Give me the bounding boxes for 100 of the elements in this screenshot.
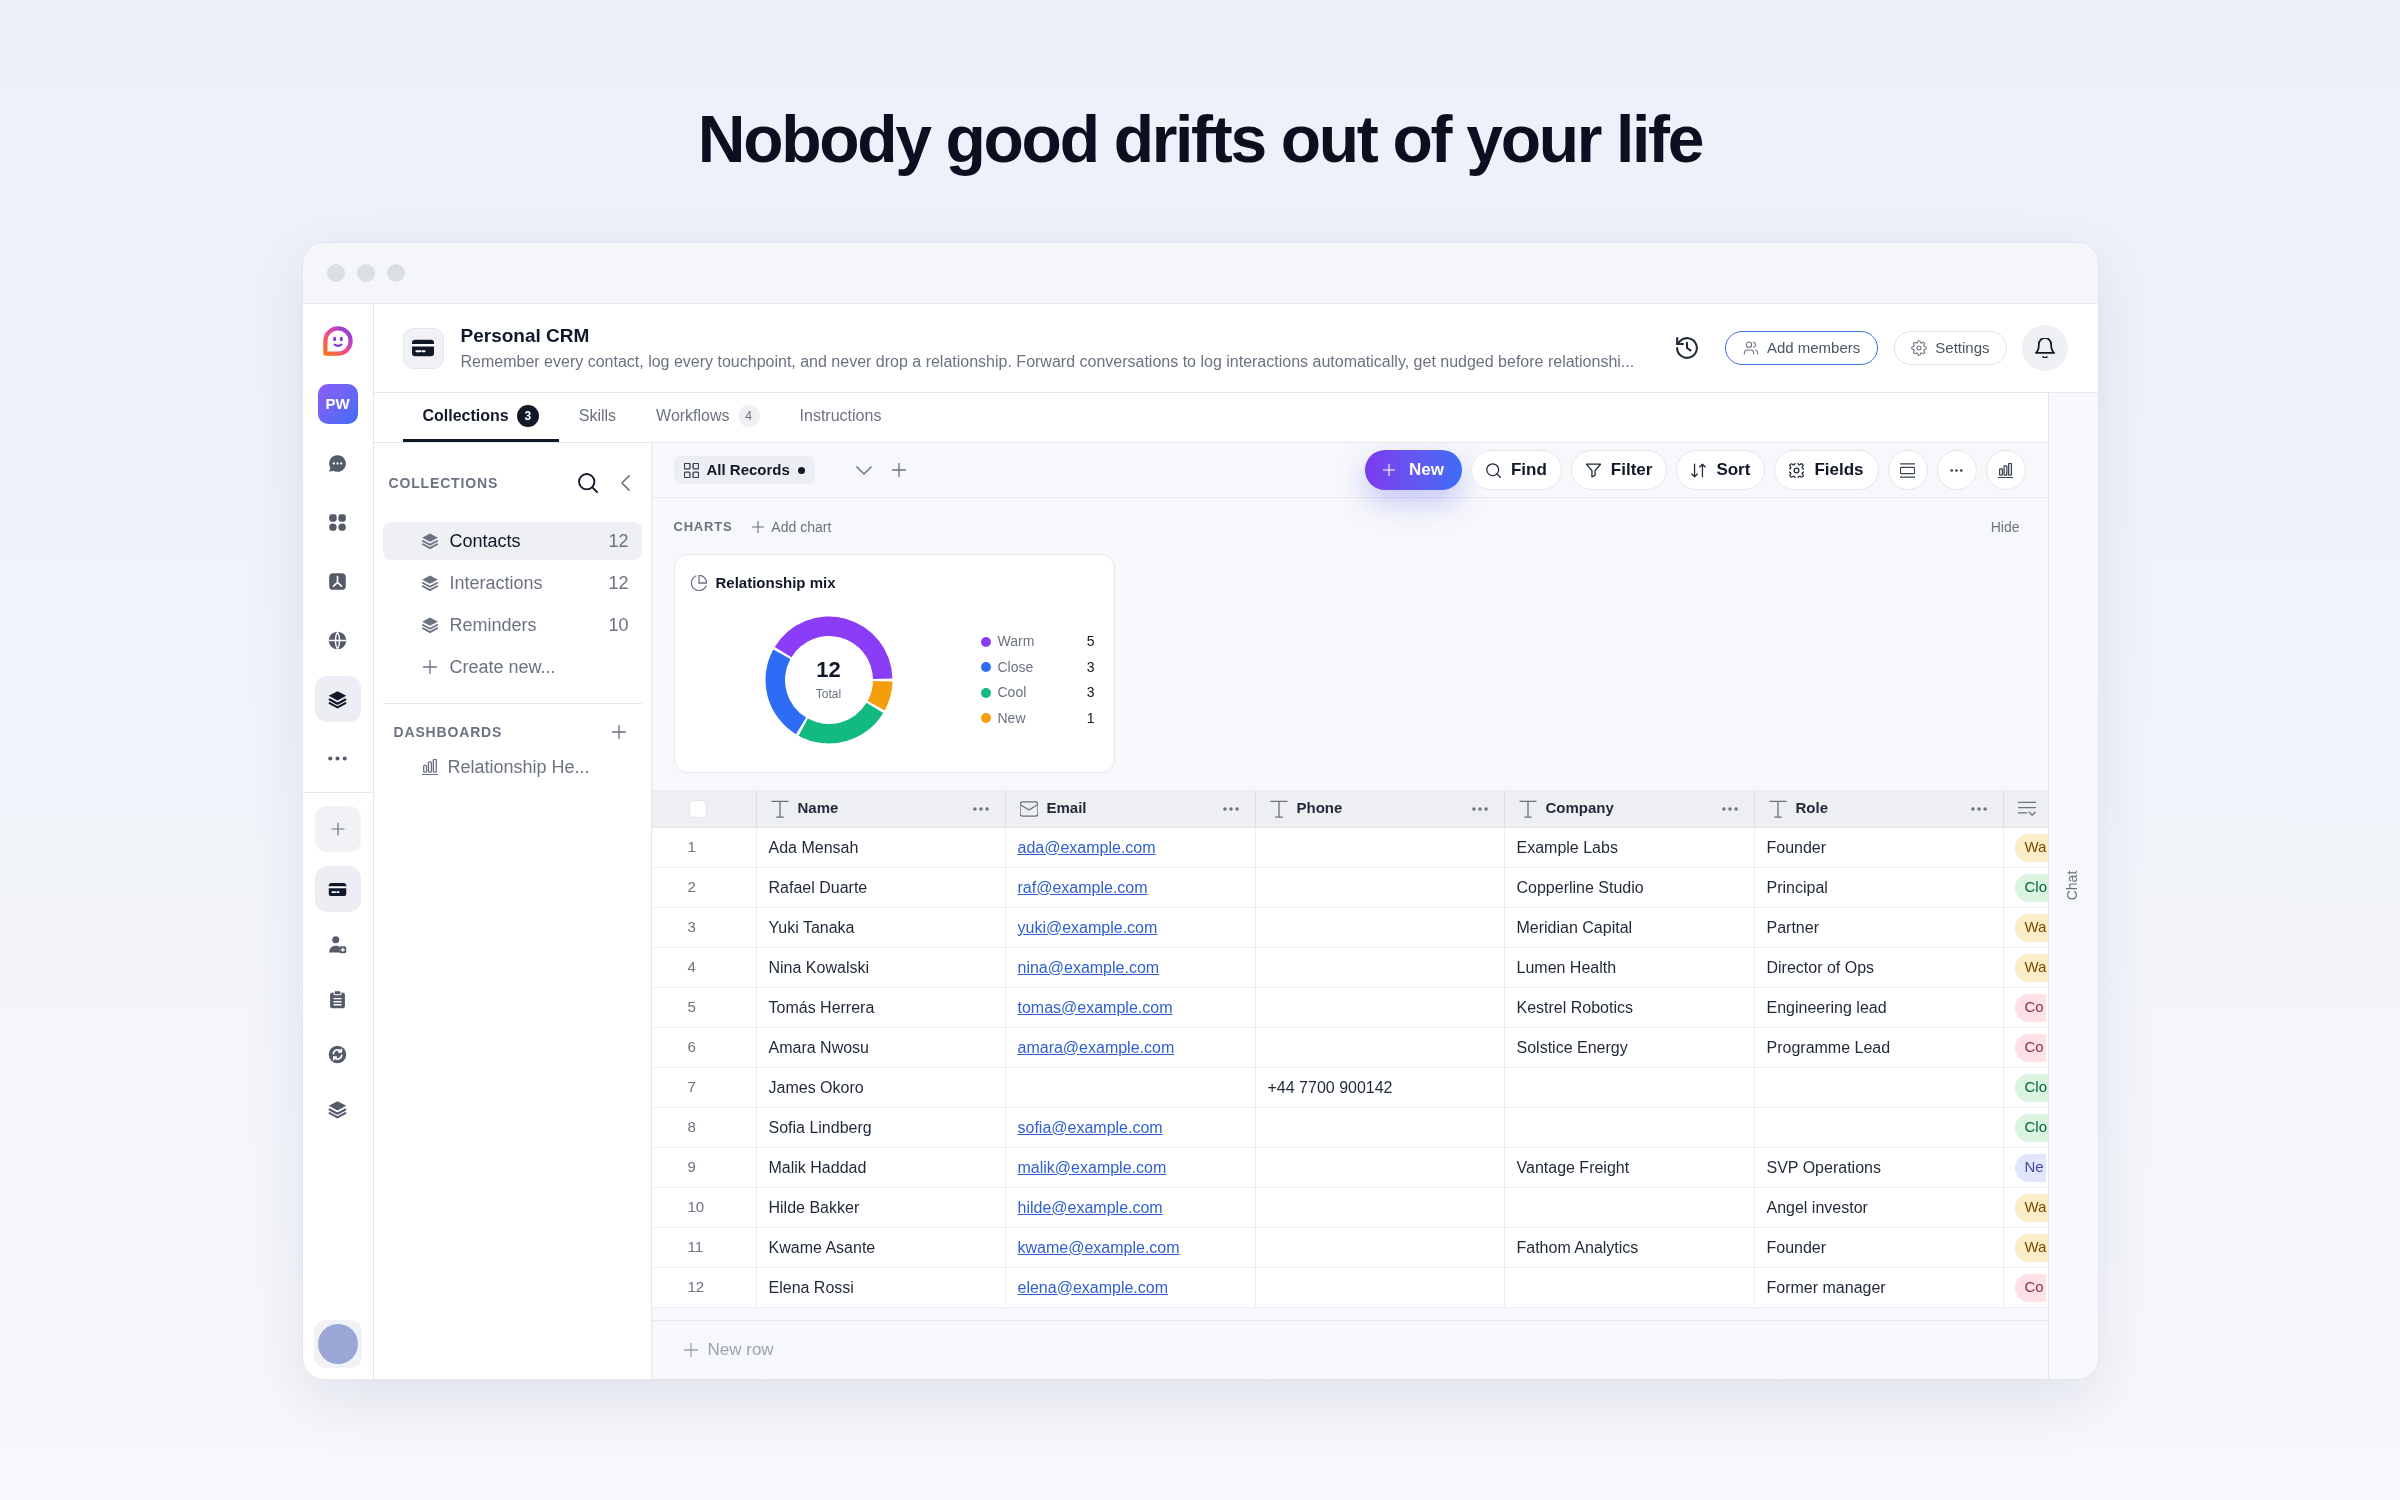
toolbar-button[interactable]: Filter xyxy=(1570,450,1668,490)
headline: Nobody good drifts out of your life xyxy=(697,104,1703,174)
bell-icon xyxy=(2034,338,2055,358)
layers-icon xyxy=(421,617,438,633)
job-title: Angel investor xyxy=(1766,1197,1868,1218)
toolbar-button[interactable]: Sort xyxy=(1676,450,1766,490)
status-tag: Wa xyxy=(2014,833,2048,862)
column-label: Role xyxy=(1795,798,1828,819)
people-icon xyxy=(1742,340,1759,356)
tab[interactable]: Skills xyxy=(558,393,637,442)
row-number: 12 xyxy=(687,1277,705,1298)
new-record-button[interactable]: New xyxy=(1364,450,1462,490)
chat-bubble-icon xyxy=(327,452,348,474)
more-icon[interactable] xyxy=(972,806,989,811)
email-link[interactable]: ada@example.com xyxy=(1017,835,1156,860)
toolbar-button[interactable]: Fields xyxy=(1774,450,1879,490)
row-number: 5 xyxy=(687,997,696,1018)
job-title: SVP Operations xyxy=(1766,1157,1881,1178)
contact-name: Yuki Tanaka xyxy=(768,917,855,938)
dashboard-item[interactable]: Relationship He... xyxy=(382,750,642,784)
contact-name: Ada Mensah xyxy=(768,837,859,858)
contact-name: Malik Haddad xyxy=(768,1157,867,1178)
email-link[interactable]: sofia@example.com xyxy=(1017,1115,1163,1140)
collection-item[interactable]: Contacts 12 xyxy=(382,522,642,560)
more-icon[interactable] xyxy=(1721,806,1738,811)
job-title: Principal xyxy=(1766,877,1828,898)
filter-icon xyxy=(1585,462,1601,478)
email-link[interactable]: hilde@example.com xyxy=(1017,1195,1163,1220)
status-tag: Clo xyxy=(2014,1073,2048,1102)
email-link[interactable]: yuki@example.com xyxy=(1017,915,1158,940)
add-chart-button[interactable]: Add chart xyxy=(752,516,832,538)
notifications-button[interactable] xyxy=(2021,325,2068,371)
text-type-icon xyxy=(1269,799,1288,818)
tab[interactable]: Instructions xyxy=(779,393,902,442)
job-title: Engineering lead xyxy=(1766,997,1887,1018)
email-link[interactable]: tomas@example.com xyxy=(1017,995,1173,1020)
section-heading: DASHBOARDS xyxy=(393,722,503,742)
job-title: Founder xyxy=(1766,1237,1827,1258)
workspace-description: Remember every contact, log every touchpoint, and never drop a relationship. Forward conversations to log interactions automatically, get nudged before relationshi... xyxy=(460,352,1635,372)
column-label: Phone xyxy=(1296,798,1343,819)
more-icon[interactable] xyxy=(1970,806,1987,811)
select-all-checkbox[interactable] xyxy=(688,799,707,818)
email-link[interactable]: raf@example.com xyxy=(1017,875,1148,900)
workspace-avatar[interactable]: PW xyxy=(317,384,358,424)
create-collection-button[interactable]: Create new... xyxy=(382,648,642,686)
plus-icon[interactable] xyxy=(611,725,626,739)
column-label: Company xyxy=(1545,798,1614,819)
email-link[interactable]: nina@example.com xyxy=(1017,955,1160,980)
company-name: Solstice Energy xyxy=(1516,1037,1628,1058)
email-link[interactable]: amara@example.com xyxy=(1017,1035,1175,1060)
more-icon[interactable] xyxy=(328,755,347,761)
status-tag: Wa xyxy=(2014,1233,2048,1262)
view-tab[interactable]: All Records xyxy=(673,456,815,484)
status-tag: Wa xyxy=(2014,953,2048,982)
job-title: Director of Ops xyxy=(1766,957,1875,978)
company-name: Kestrel Robotics xyxy=(1516,997,1633,1018)
email-link[interactable]: kwame@example.com xyxy=(1017,1235,1180,1260)
company-name: Example Labs xyxy=(1516,837,1618,858)
bar-chart-icon xyxy=(1998,462,2013,478)
sync-icon xyxy=(327,1043,348,1065)
contact-name: Rafael Duarte xyxy=(768,877,868,898)
collection-item[interactable]: Reminders 10 xyxy=(382,606,642,644)
plus-icon[interactable] xyxy=(891,463,906,477)
sidebar-app-button[interactable] xyxy=(314,866,361,912)
hide-charts-button[interactable]: Hide xyxy=(1990,516,2020,538)
contact-name: Elena Rossi xyxy=(768,1277,854,1298)
row-number: 1 xyxy=(687,837,696,858)
search-icon xyxy=(1485,462,1501,478)
stacked-rows-icon xyxy=(1900,462,1915,478)
row-number: 6 xyxy=(687,1037,696,1058)
row-number: 11 xyxy=(687,1237,704,1258)
search-icon[interactable] xyxy=(577,473,598,493)
text-type-icon xyxy=(1518,799,1537,818)
chevron-down-icon[interactable] xyxy=(855,465,872,475)
plus-icon xyxy=(752,521,765,533)
layout-button[interactable] xyxy=(1887,450,1928,490)
legend-value: 1 xyxy=(1086,708,1095,728)
status-tag: Ne xyxy=(2014,1153,2046,1182)
chat-tab[interactable]: Chat xyxy=(2064,870,2082,901)
sidebar-app-button[interactable] xyxy=(314,676,361,722)
globe-icon xyxy=(327,629,348,651)
chart-button[interactable] xyxy=(1985,450,2026,490)
header-action-button[interactable]: Add members xyxy=(1724,331,1879,365)
history-icon[interactable] xyxy=(1675,337,1698,359)
sort-icon xyxy=(1691,462,1707,478)
status-tag: Wa xyxy=(2014,913,2048,942)
layers-icon xyxy=(421,575,438,591)
tab[interactable]: Workflows 4 xyxy=(636,393,780,442)
bar-chart-icon xyxy=(421,759,438,775)
more-icon[interactable] xyxy=(1222,806,1239,811)
apps-grid-icon xyxy=(327,511,348,533)
status-tag: Co xyxy=(2014,993,2046,1022)
chevron-left-icon[interactable] xyxy=(620,475,630,491)
toolbar-button[interactable]: Find xyxy=(1470,450,1562,490)
email-link[interactable]: malik@example.com xyxy=(1017,1155,1167,1180)
more-icon[interactable] xyxy=(1471,806,1488,811)
collection-item[interactable]: Interactions 12 xyxy=(382,564,642,602)
header-action-button[interactable]: Settings xyxy=(1894,331,2007,365)
row-number: 10 xyxy=(687,1197,705,1218)
email-link[interactable]: elena@example.com xyxy=(1017,1275,1169,1300)
